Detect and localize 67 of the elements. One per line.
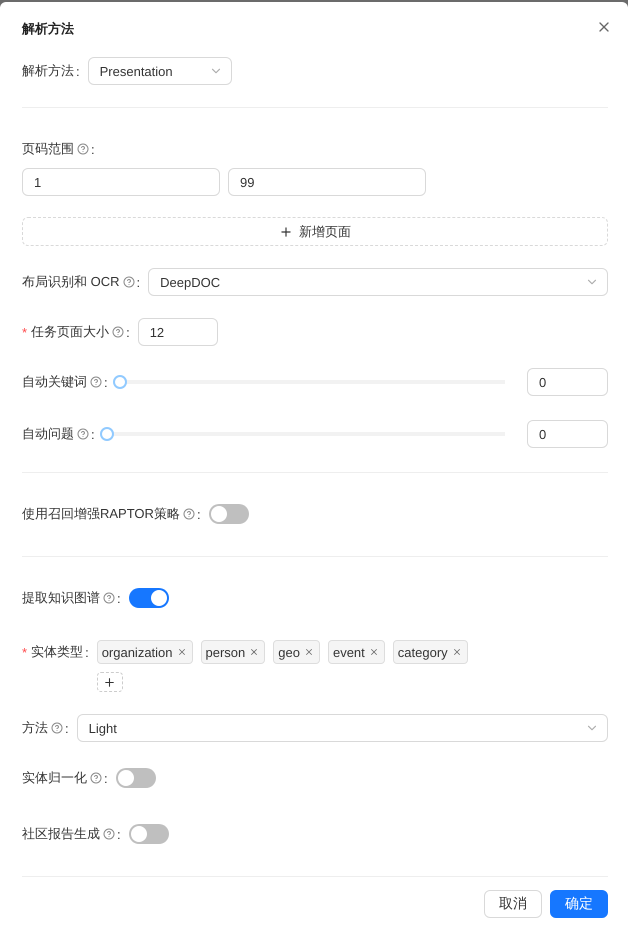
close-icon[interactable]	[176, 647, 187, 657]
help-icon[interactable]	[103, 592, 115, 604]
entity-tag: category	[392, 640, 468, 664]
modal-title: 解析方法	[22, 20, 74, 38]
field-label: 任务页面大小	[31, 323, 110, 341]
field-label: 解析方法	[22, 62, 74, 80]
close-icon[interactable]	[452, 647, 462, 657]
required-mark: *	[22, 324, 28, 340]
input-field[interactable]: 99	[228, 168, 426, 196]
input-field[interactable]: 1	[22, 168, 220, 196]
field-label: 方法	[22, 719, 48, 737]
label-colon: :	[65, 720, 69, 736]
toggle-switch[interactable]	[128, 824, 169, 844]
select-field[interactable]: Light	[76, 714, 608, 742]
label-colon: :	[136, 274, 140, 290]
input-field[interactable]: 12	[138, 318, 218, 346]
help-icon[interactable]	[182, 508, 195, 520]
close-icon[interactable]	[249, 647, 260, 657]
plus-icon	[279, 224, 293, 238]
field-label: 使用召回增强RAPTOR策略	[22, 505, 180, 523]
add-tag-button[interactable]	[96, 672, 123, 692]
field-label: 布局识别和 OCR	[22, 273, 120, 291]
slider-thumb[interactable]	[112, 375, 127, 389]
close-icon[interactable]	[304, 647, 314, 657]
entity-tag: event	[328, 640, 385, 664]
toggle-switch[interactable]	[128, 588, 169, 608]
field-label: 实体归一化	[22, 769, 87, 787]
field-label: 提取知识图谱	[22, 589, 100, 607]
input-field[interactable]: 0	[527, 420, 608, 448]
help-icon[interactable]	[90, 376, 102, 388]
help-icon[interactable]	[77, 143, 89, 155]
close-icon[interactable]	[368, 647, 379, 657]
entity-tag: geo	[273, 640, 320, 664]
toggle-switch[interactable]	[116, 768, 156, 788]
help-icon[interactable]	[77, 428, 89, 440]
plus-icon	[103, 676, 116, 688]
label-colon: :	[85, 644, 89, 660]
field-label: 自动问题	[22, 425, 74, 443]
help-icon[interactable]	[122, 276, 134, 288]
label-colon: :	[196, 506, 201, 522]
entity-tag: organization	[96, 640, 193, 664]
label-colon: :	[91, 426, 95, 442]
help-icon[interactable]	[103, 828, 115, 840]
label-colon: :	[76, 64, 80, 78]
slider-thumb[interactable]	[100, 427, 114, 441]
field-label: 实体类型	[31, 643, 84, 661]
input-field[interactable]: 0	[527, 368, 608, 396]
label-colon: :	[117, 590, 121, 606]
toggle-switch[interactable]	[208, 504, 249, 524]
cancel-button[interactable]: 取消	[484, 890, 542, 918]
entity-tag: person	[200, 640, 266, 664]
select-field[interactable]: Presentation	[88, 57, 232, 85]
select-field[interactable]: DeepDOC	[148, 268, 608, 296]
label-colon: :	[104, 770, 108, 786]
confirm-button[interactable]: 确定	[550, 890, 608, 918]
label-colon: :	[126, 324, 130, 340]
label-colon: :	[91, 142, 95, 156]
field-label: 自动关键词	[22, 373, 87, 391]
required-mark: *	[22, 644, 28, 660]
help-icon[interactable]	[112, 326, 124, 338]
help-icon[interactable]	[90, 772, 102, 784]
help-icon[interactable]	[51, 722, 63, 734]
field-label: 页码范围	[22, 140, 74, 158]
add-page-button[interactable]: 新增页面	[22, 217, 608, 246]
label-colon: :	[104, 374, 108, 390]
label-colon: :	[117, 826, 121, 842]
field-label: 社区报告生成	[22, 825, 100, 843]
